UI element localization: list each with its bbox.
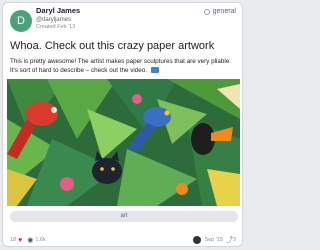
paper-art-illustration bbox=[7, 79, 240, 206]
post-footer: 18 ♥ ◉ 1.6k Sep '15 ⤴ 3 bbox=[10, 235, 236, 245]
activity-date: Sep '15 bbox=[204, 237, 223, 243]
image-caption[interactable]: art bbox=[10, 211, 238, 222]
post-body-text: It's sort of hard to describe – check ou… bbox=[10, 66, 148, 74]
avatar-letter: D bbox=[17, 15, 25, 27]
post-title: Whoa. Check out this crazy paper artwork bbox=[10, 40, 215, 52]
post-body-line: This is pretty awesome! The artist makes… bbox=[10, 58, 232, 65]
like-button[interactable]: 18 ♥ bbox=[10, 237, 22, 244]
eye-icon: ◉ bbox=[27, 236, 34, 244]
share-icon[interactable]: ⤴ bbox=[226, 235, 233, 245]
created-date: Created Feb '13 bbox=[36, 23, 76, 30]
author-handle: @daryljames bbox=[36, 16, 72, 23]
artwork-image[interactable] bbox=[7, 79, 240, 206]
circle-icon bbox=[203, 8, 210, 15]
like-count: 18 bbox=[10, 237, 17, 243]
category-label: general bbox=[212, 8, 236, 15]
post-body-line-2: It's sort of hard to describe – check ou… bbox=[10, 66, 242, 76]
replier-avatar[interactable] bbox=[193, 236, 202, 244]
category-tag[interactable]: general bbox=[203, 8, 236, 15]
video-icon bbox=[150, 66, 159, 73]
views-count: 1.6k bbox=[35, 237, 46, 243]
author-block: Daryl James @daryljames Created Feb '13 bbox=[36, 7, 80, 30]
author-name[interactable]: Daryl James bbox=[36, 7, 80, 15]
post-body: This is pretty awesome! The artist makes… bbox=[10, 58, 242, 75]
avatar[interactable]: D bbox=[10, 10, 32, 32]
views-indicator: ◉ 1.6k bbox=[27, 237, 46, 244]
post-card: general D Daryl James @daryljames Create… bbox=[2, 2, 243, 247]
heart-icon: ♥ bbox=[18, 236, 23, 244]
reply-count: 3 bbox=[232, 237, 236, 243]
